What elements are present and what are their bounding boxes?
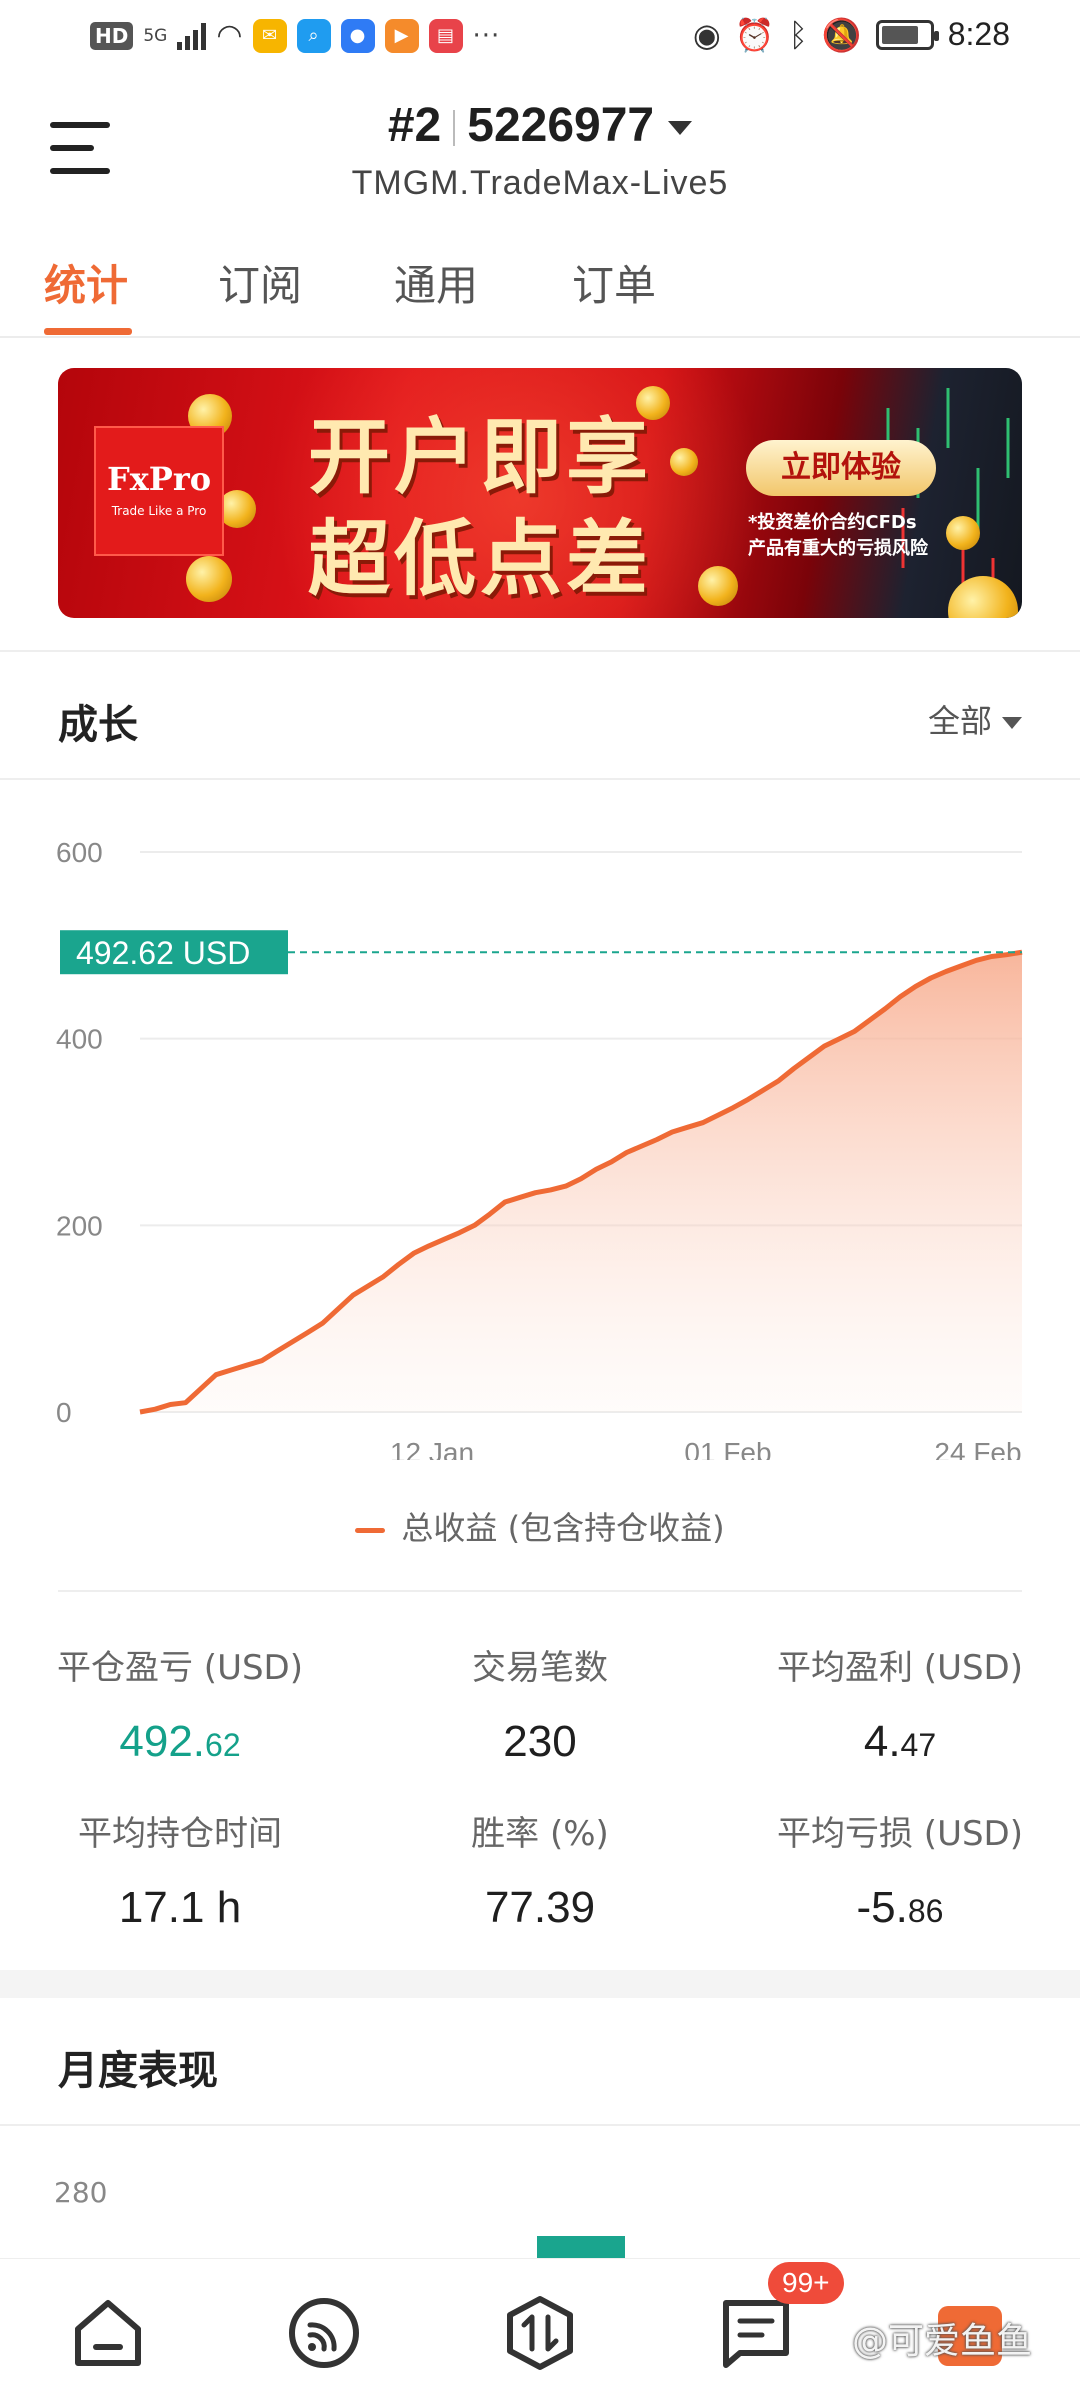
x-tick-label: 24 Feb (934, 1437, 1021, 1460)
risk-line-2: 产品有重大的亏损风险 (748, 538, 928, 559)
stat-value-int: 230 (503, 1717, 577, 1766)
stat-value: 77.39 (360, 1883, 720, 1933)
clock: 8:28 (947, 16, 1010, 52)
stat-label: 胜率 (%) (471, 1814, 609, 1854)
book-app-icon: ▤ (428, 18, 463, 53)
stat-value: 4.47 (720, 1717, 1080, 1767)
chevron-down-icon (668, 121, 693, 136)
stat-value: 17.1 h (0, 1883, 360, 1933)
mail-app-icon: ✉ (252, 18, 287, 53)
brand-tagline: Trade Like a Pro (111, 504, 207, 518)
monthly-y-tick: 280 (54, 2176, 108, 2209)
stat-label: 平均持仓时间 (78, 1814, 282, 1854)
stat-trades: 交易笔数 230 (360, 1640, 720, 1767)
monthly-title: 月度表现 (58, 2048, 218, 2094)
brand-name: FxPro (106, 460, 212, 498)
ad-banner[interactable]: FxPro Trade Like a Pro 开户即享 超低点差 立即体验 *投… (58, 368, 1022, 618)
home-icon[interactable] (70, 2295, 146, 2371)
stat-label: 平均亏损 (USD) (777, 1814, 1023, 1854)
video-app-icon: ▶ (384, 18, 419, 53)
legend-label: 总收益 (包含持仓收益) (401, 1509, 725, 1547)
signal-icon[interactable] (286, 2295, 362, 2371)
section-gap (0, 1970, 1080, 1998)
wifi-icon: ◠ (216, 18, 243, 53)
risk-line-1: *投资差价合约CFDs (748, 512, 917, 533)
y-tick-label: 400 (56, 1024, 103, 1055)
battery-icon (875, 19, 939, 50)
section-divider (0, 778, 1080, 780)
stat-value-int: 17.1 h (118, 1883, 242, 1932)
section-divider (58, 1590, 1022, 1592)
stat-value-dec: 62 (205, 1727, 241, 1763)
tab-general[interactable]: 通用 (394, 252, 478, 313)
active-tab-indicator (44, 328, 132, 335)
alarm-icon: ⏰ (734, 15, 775, 54)
network-type-label: 5G (143, 25, 168, 46)
x-tick-label: 12 Jan (390, 1437, 474, 1460)
stat-label: 交易笔数 (472, 1648, 608, 1688)
growth-area (140, 952, 1022, 1412)
eye-icon: ◉ (692, 15, 721, 54)
y-tick-label: 200 (56, 1210, 103, 1241)
stat-win-rate: 胜率 (%) 77.39 (360, 1806, 720, 1933)
x-tick-label: 01 Feb (684, 1437, 771, 1460)
stat-value-int: -5. (856, 1883, 908, 1932)
account-number: 5226977 (467, 99, 655, 152)
banner-headline-2: 超低点差 (308, 512, 653, 607)
stat-closed-pnl: 平仓盈亏 (USD) 492.62 (0, 1640, 360, 1767)
server-name: TMGM.TradeMax-Live5 (351, 164, 729, 202)
stat-avg-profit: 平均盈利 (USD) 4.47 (720, 1640, 1080, 1767)
range-dropdown[interactable]: 全部 (928, 696, 1022, 742)
bluetooth-icon: ᛒ (788, 15, 808, 54)
section-divider (0, 650, 1080, 652)
stat-value-int: 77.39 (484, 1883, 596, 1932)
monthly-bar (537, 2236, 625, 2258)
account-separator (453, 110, 456, 147)
fxpro-logo: FxPro Trade Like a Pro (94, 426, 224, 556)
legend-swatch (355, 1527, 386, 1533)
bulb-app-icon: ● (340, 18, 375, 53)
tab-bar: 统计 订阅 通用 订单 (0, 244, 1080, 338)
current-value-label: 492.62 USD (76, 935, 250, 971)
stat-value-int: 4. (863, 1717, 901, 1766)
mute-icon: 🔕 (821, 15, 862, 54)
hd-badge: HD (90, 21, 134, 50)
growth-title: 成长 (58, 702, 138, 748)
banner-cta-button[interactable]: 立即体验 (746, 440, 936, 496)
growth-chart[interactable]: 600 400 200 0 12 Jan 01 Feb 24 Feb 492.62 USD (0, 800, 1080, 1460)
stat-value-dec: 47 (900, 1727, 937, 1763)
trade-icon[interactable] (502, 2295, 578, 2371)
stat-value-int: 492. (119, 1717, 206, 1766)
y-tick-label: 600 (56, 837, 103, 868)
tab-statistics[interactable]: 统计 (44, 252, 128, 313)
tab-subscription[interactable]: 订阅 (218, 252, 302, 313)
stat-value-dec: 86 (907, 1893, 944, 1929)
stat-value: 230 (360, 1717, 720, 1767)
watermark: @可爱鱼鱼 (852, 2321, 1033, 2362)
section-divider (0, 2124, 1080, 2126)
chart-legend: 总收益 (包含持仓收益) (0, 1503, 1080, 1549)
more-notifications-icon: ··· (472, 20, 501, 51)
chevron-down-icon (1002, 717, 1022, 729)
stat-avg-hold-time: 平均持仓时间 17.1 h (0, 1806, 360, 1933)
stat-label: 平均盈利 (USD) (777, 1648, 1023, 1688)
risk-warning: *投资差价合约CFDs 产品有重大的亏损风险 (748, 510, 928, 562)
stat-label: 平仓盈亏 (USD) (57, 1648, 303, 1688)
y-tick-label: 0 (56, 1397, 72, 1428)
tab-orders[interactable]: 订单 (572, 252, 656, 313)
stat-avg-loss: 平均亏损 (USD) -5.86 (720, 1806, 1080, 1933)
account-index: #2 (387, 99, 442, 152)
stat-value: 492.62 (0, 1717, 360, 1767)
messages-icon[interactable] (718, 2295, 794, 2371)
search-app-icon: ⌕ (296, 18, 331, 53)
account-selector[interactable]: #2 5226977 (0, 98, 1080, 153)
stat-value: -5.86 (720, 1883, 1080, 1933)
messages-badge: 99+ (768, 2262, 844, 2304)
signal-strength-icon (177, 22, 207, 50)
range-value: 全部 (927, 702, 992, 740)
status-bar: HD 5G ◠ ✉ ⌕ ● ▶ ▤ ··· ◉ ⏰ ᛒ 🔕 8:28 (0, 0, 1080, 80)
